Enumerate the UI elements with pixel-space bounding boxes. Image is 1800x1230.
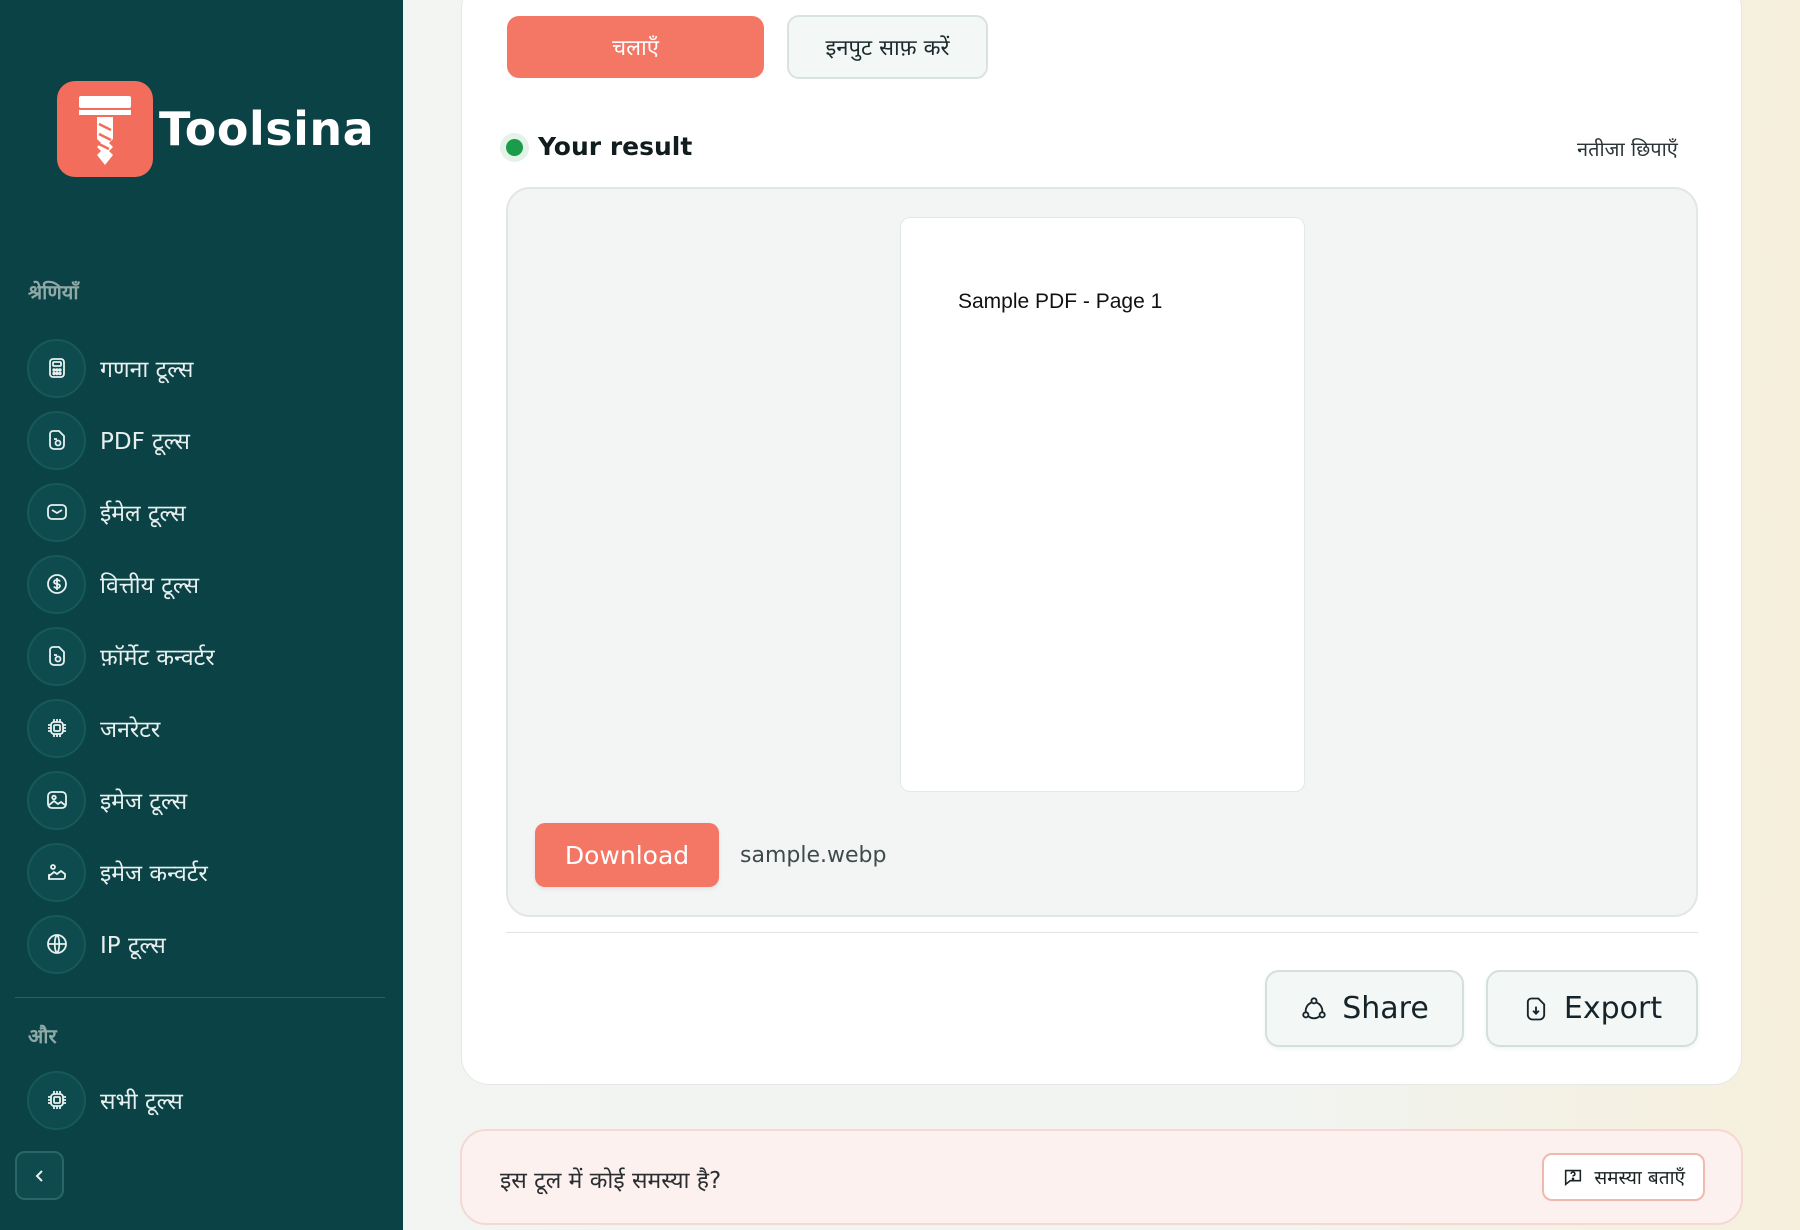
sidebar-item-label: इमेज टूल्स [100, 789, 188, 815]
calculator-icon [27, 338, 86, 398]
more-heading: और [28, 1024, 57, 1048]
sidebar-item-format-converter[interactable]: फ़ॉर्मेट कन्वर्टर [27, 620, 387, 692]
sidebar-item-calculation[interactable]: गणना टूल्स [27, 332, 387, 404]
sidebar-item-label: ईमेल टूल्स [100, 501, 186, 527]
brand-name: Toolsina [159, 102, 375, 156]
report-problem-label: समस्या बताएँ [1594, 1167, 1685, 1189]
report-problem-button[interactable]: समस्या बताएँ [1542, 1153, 1705, 1201]
dollar-icon [27, 554, 86, 614]
logo-mark-icon [57, 81, 153, 177]
export-button[interactable]: Export [1486, 970, 1698, 1047]
clear-input-button[interactable]: इनपुट साफ़ करें [787, 15, 988, 79]
category-nav: गणना टूल्स PDF टूल्स ईमेल टूल्स वित्तीय … [27, 332, 387, 980]
categories-heading: श्रेणियाँ [28, 280, 79, 304]
pdf-preview-text: Sample PDF - Page 1 [958, 290, 1163, 313]
sidebar-item-image-converter[interactable]: इमेज कन्वर्टर [27, 836, 387, 908]
export-label: Export [1563, 991, 1663, 1026]
more-nav: सभी टूल्स [27, 1064, 387, 1136]
result-status-dot [506, 139, 523, 156]
result-divider [506, 932, 1698, 933]
result-title: Your result [538, 132, 693, 161]
sidebar-item-label: सभी टूल्स [100, 1089, 183, 1115]
hide-result-link[interactable]: नतीजा छिपाएँ [1577, 135, 1678, 162]
image-convert-icon [27, 842, 86, 902]
export-icon [1526, 997, 1545, 1020]
download-button[interactable]: Download [535, 823, 719, 887]
share-label: Share [1342, 991, 1429, 1026]
sidebar-item-label: PDF टूल्स [100, 429, 190, 455]
document-icon [27, 626, 86, 686]
sidebar-item-label: फ़ॉर्मेट कन्वर्टर [100, 645, 215, 671]
share-icon [1302, 996, 1326, 1019]
report-problem-bar: इस टूल में कोई समस्या है? समस्या बताएँ [460, 1129, 1743, 1225]
document-icon [27, 410, 86, 470]
chevron-left-icon [35, 1169, 43, 1182]
globe-icon [27, 914, 86, 974]
sidebar-item-finance[interactable]: वित्तीय टूल्स [27, 548, 387, 620]
sidebar-item-label: इमेज कन्वर्टर [100, 861, 208, 887]
message-question-icon [1565, 1169, 1582, 1186]
sidebar-item-image-tools[interactable]: इमेज टूल्स [27, 764, 387, 836]
mail-icon [27, 482, 86, 542]
run-button[interactable]: चलाएँ [507, 16, 764, 78]
sidebar-item-generator[interactable]: जनरेटर [27, 692, 387, 764]
sidebar-collapse-button[interactable] [15, 1151, 64, 1200]
sidebar-item-ip-tools[interactable]: IP टूल्स [27, 908, 387, 980]
sidebar-item-pdf[interactable]: PDF टूल्स [27, 404, 387, 476]
share-button[interactable]: Share [1265, 970, 1464, 1047]
sidebar-item-all-tools[interactable]: सभी टूल्स [27, 1064, 387, 1136]
logo[interactable]: Toolsina [57, 81, 374, 177]
image-icon [27, 770, 86, 830]
output-file-name: sample.webp [740, 843, 887, 868]
sidebar-item-label: IP टूल्स [100, 933, 166, 959]
sidebar-item-label: गणना टूल्स [100, 357, 194, 383]
chip-icon [27, 698, 86, 758]
sidebar-item-label: वित्तीय टूल्स [100, 573, 200, 599]
chip-icon [27, 1070, 86, 1130]
problem-prompt: इस टूल में कोई समस्या है? [500, 1168, 722, 1194]
sidebar-divider [15, 997, 385, 998]
pdf-preview-page: Sample PDF - Page 1 [900, 217, 1305, 792]
sidebar: Toolsina श्रेणियाँ गणना टूल्स PDF टूल्स … [0, 0, 403, 1230]
sidebar-item-email[interactable]: ईमेल टूल्स [27, 476, 387, 548]
sidebar-item-label: जनरेटर [100, 717, 161, 743]
